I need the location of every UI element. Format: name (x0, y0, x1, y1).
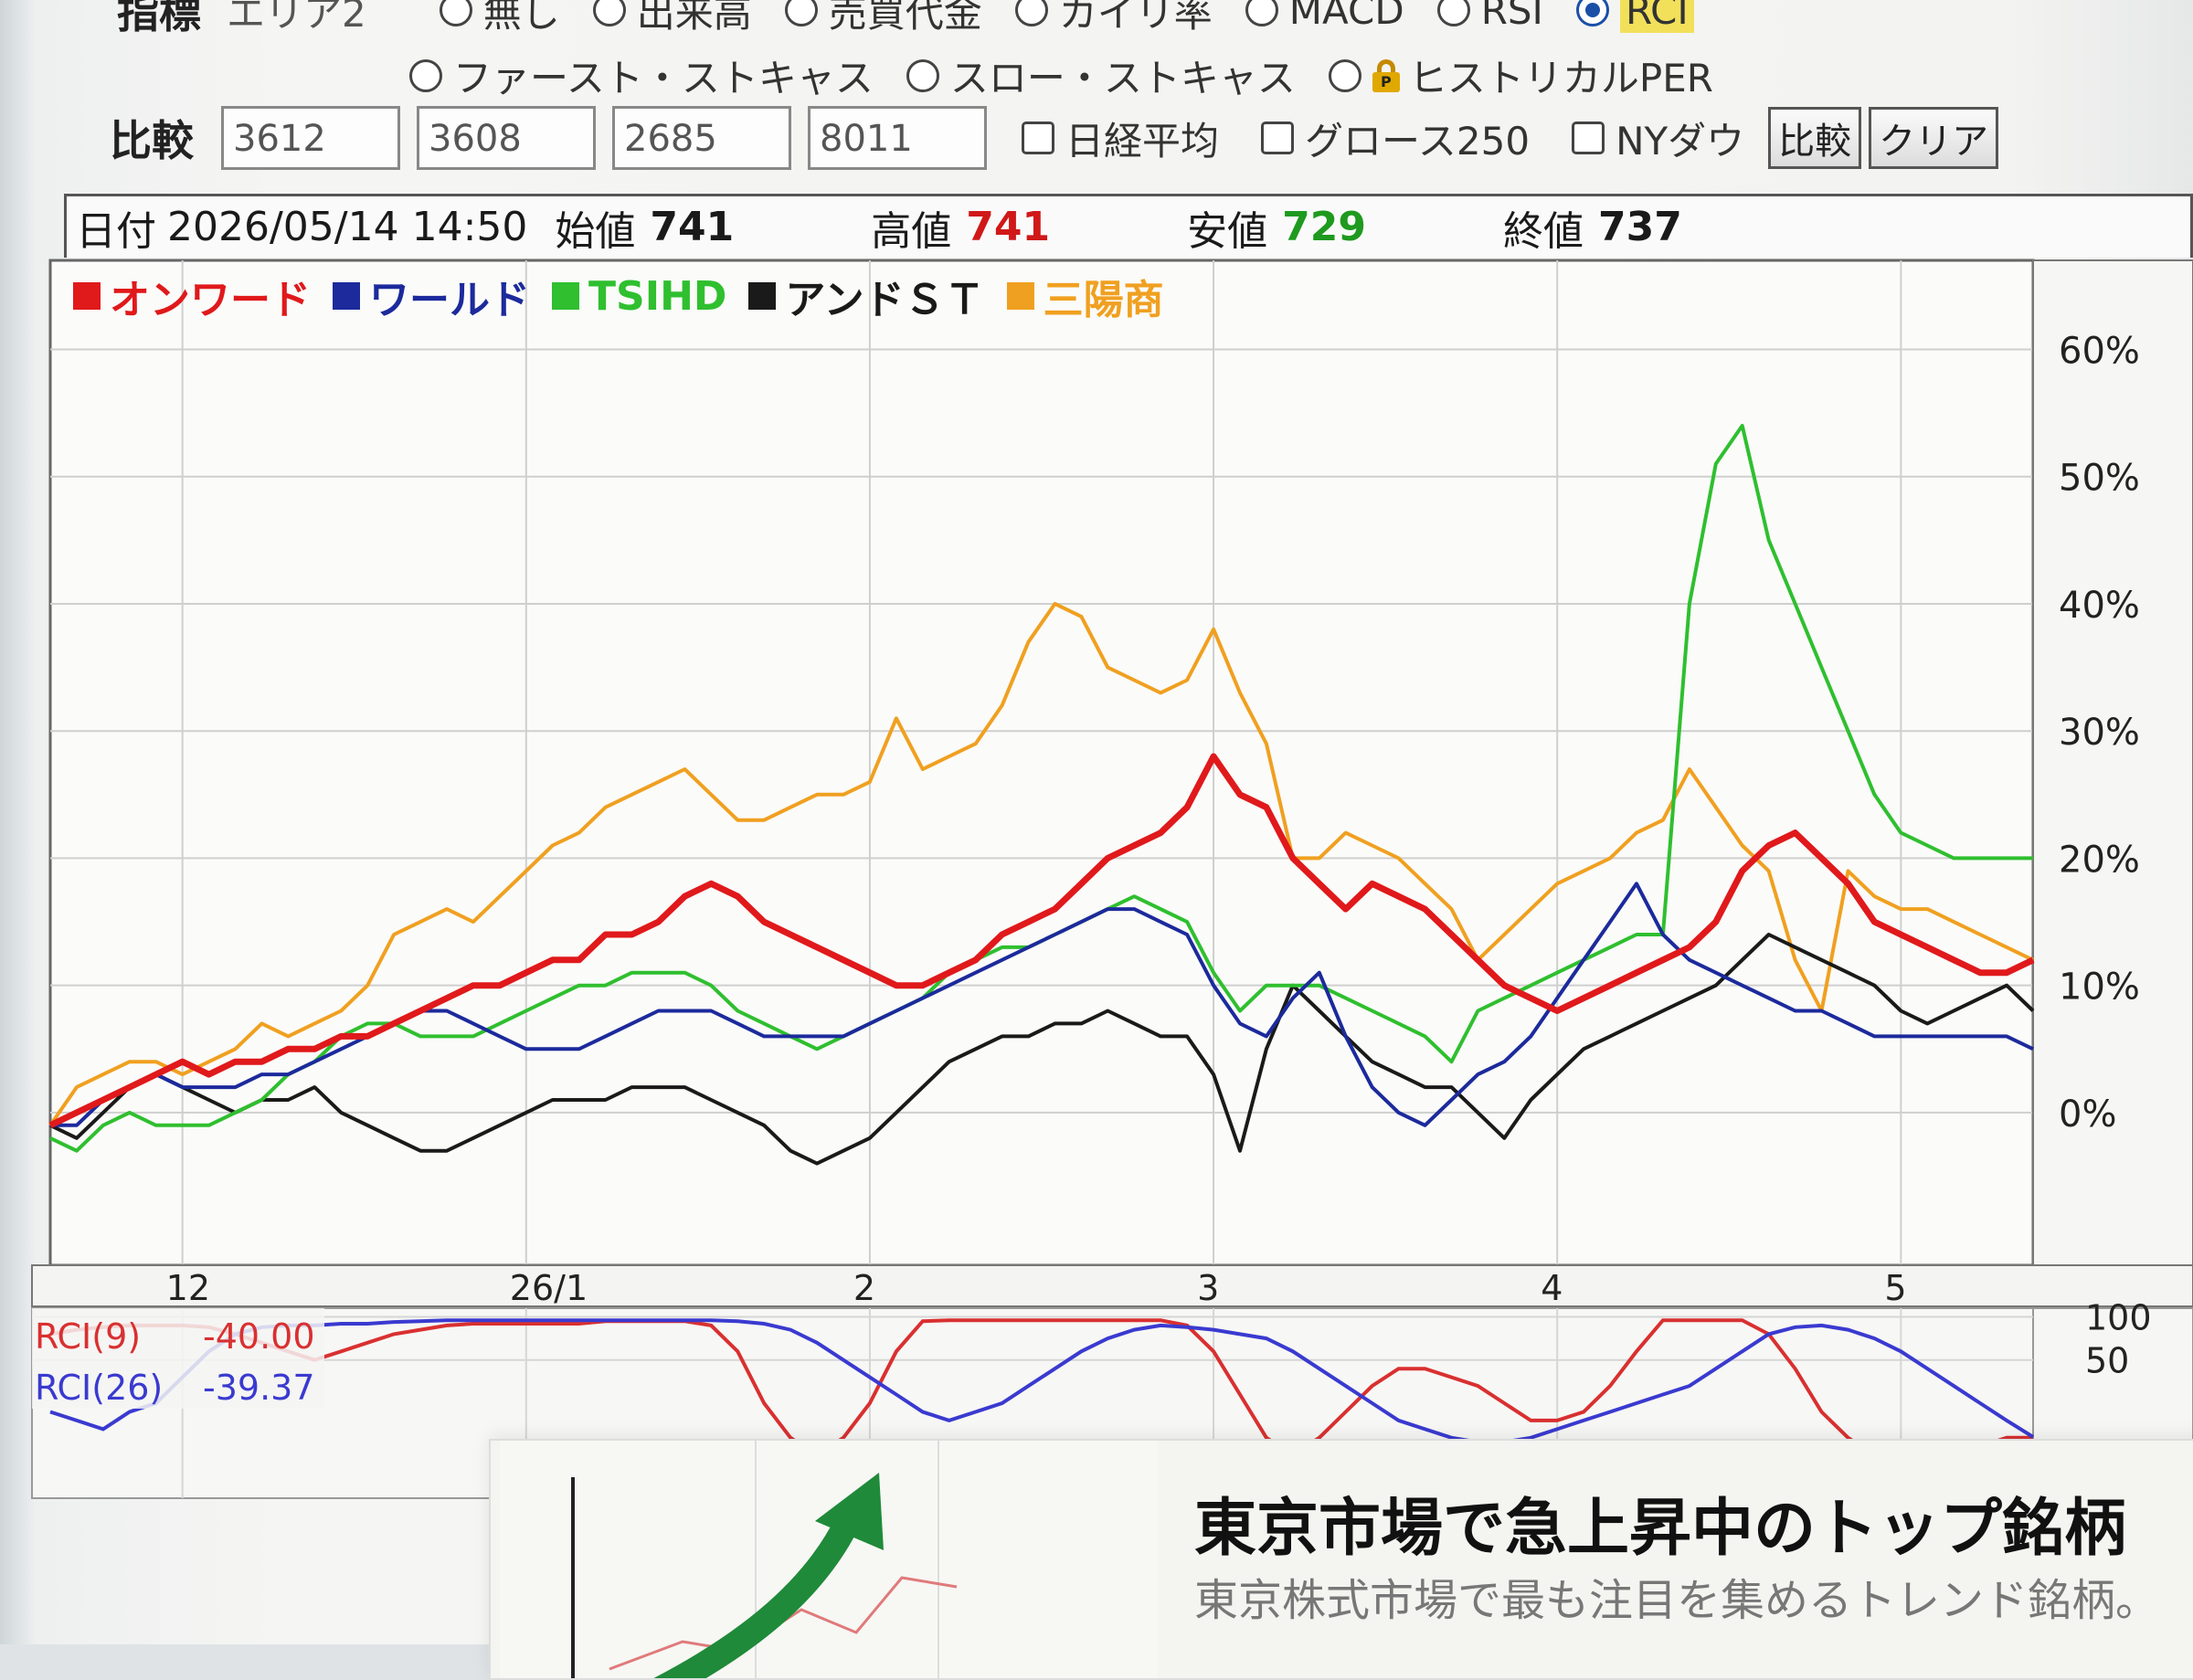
y-tick-label: 30% (2059, 712, 2140, 754)
x-tick-label: 2 (853, 1268, 875, 1308)
legend-item-onward: オンワード (73, 267, 311, 325)
legend-item-sanyo: 三陽商 (1006, 267, 1164, 325)
legend-label: ワールド (369, 277, 530, 323)
popup-subtitle: 東京株式市場で最も注目を集めるトレンド銘柄。 (1194, 1575, 2160, 1626)
x-tick-label: 3 (1197, 1268, 1219, 1308)
popup-title: 東京市場で急上昇中のトップ銘柄 (1194, 1493, 2127, 1565)
trend-arrow-icon (500, 1441, 1158, 1678)
rci-series-name: RCI(9) (35, 1316, 141, 1357)
legend-label: アンドＳＴ (785, 277, 985, 323)
legend-item-tsi: TSIHD (552, 267, 726, 325)
comparison-chart: 60% 50% 40% 30% 20% 10% 0% 12 26/1 2 3 4 5 10050 RC… (31, 259, 2193, 1499)
y-tick-label: 50% (2059, 458, 2140, 500)
chart-screen: 指標 エリア2 無し 出来高 売買代金 カイリ率 MACD RSI RCI ファ… (0, 0, 2193, 1680)
y-tick-label: 60% (2059, 330, 2140, 372)
rci-y-tick-label: 100 (2085, 1297, 2152, 1337)
rci-series-value: -39.37 (203, 1368, 315, 1408)
legend-item-world: ワールド (333, 267, 530, 325)
x-tick-label: 26/1 (510, 1268, 588, 1308)
y-tick-label: 40% (2059, 585, 2140, 627)
rci-series-value: -40.00 (203, 1316, 315, 1357)
y-tick-label: 0% (2059, 1094, 2116, 1136)
legend-swatch (552, 282, 579, 310)
y-tick-label: 20% (2059, 839, 2140, 881)
legend-label: 三陽商 (1043, 277, 1164, 323)
chart-legend: オンワード ワールド TSIHD アンドＳＴ 三陽商 (73, 267, 1164, 325)
rci-series-name: RCI(26) (35, 1368, 163, 1408)
legend-label: TSIHD (588, 272, 727, 320)
x-tick-label: 12 (166, 1268, 210, 1308)
promo-popup[interactable]: 東京市場で急上昇中のトップ銘柄 東京株式市場で最も注目を集めるトレンド銘柄。 (489, 1439, 2193, 1680)
y-tick-label: 10% (2059, 967, 2140, 1009)
legend-swatch (73, 282, 101, 310)
x-axis-band (31, 1264, 2193, 1307)
legend-swatch (748, 282, 777, 310)
legend-swatch (333, 282, 360, 310)
x-tick-label: 4 (1541, 1268, 1563, 1308)
legend-label: オンワード (110, 277, 311, 323)
x-tick-label: 5 (1884, 1268, 1906, 1308)
legend-swatch (1006, 282, 1034, 310)
legend-item-and_st: アンドＳＴ (748, 267, 985, 325)
rci-y-tick-label: 50 (2085, 1341, 2129, 1381)
